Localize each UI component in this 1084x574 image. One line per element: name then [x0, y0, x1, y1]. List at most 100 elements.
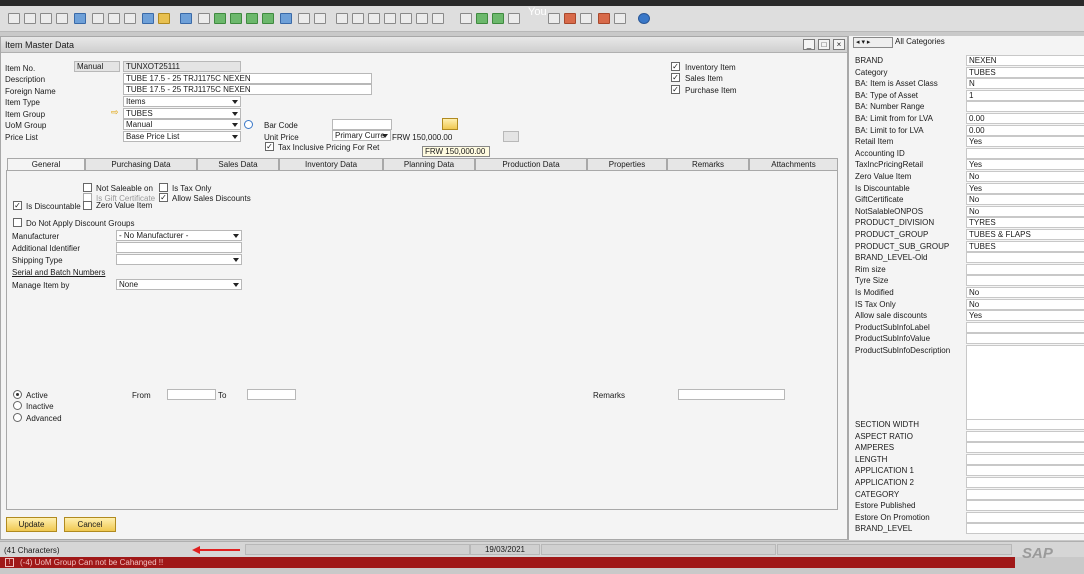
udf-row-lower-value-field[interactable]: [966, 488, 1084, 500]
base-document-icon[interactable]: [336, 13, 348, 24]
users-icon[interactable]: [614, 13, 626, 24]
update-button[interactable]: Update: [6, 517, 57, 532]
lock-icon[interactable]: [142, 13, 154, 24]
cancel-button[interactable]: Cancel: [64, 517, 116, 532]
udf-row-value-field[interactable]: [966, 275, 1084, 287]
email-icon[interactable]: [40, 13, 52, 24]
uom-info-icon[interactable]: [244, 120, 253, 129]
description-field[interactable]: TUBE 17.5 - 25 TRJ1175C NEXEN: [123, 73, 372, 84]
foreign-name-field[interactable]: TUBE 17.5 - 25 TRJ1175C NEXEN: [123, 84, 372, 95]
additional-identifier-field[interactable]: [116, 242, 242, 253]
udf-row-lower-value-field[interactable]: [966, 523, 1084, 535]
udf-row-value-field[interactable]: Yes: [966, 136, 1084, 148]
document-add-icon[interactable]: [476, 13, 488, 24]
zero-value-checkbox[interactable]: [83, 201, 92, 210]
link-arrow-icon[interactable]: ⇨: [111, 107, 119, 118]
unit-price-value[interactable]: FRW 150,000.00: [392, 133, 452, 142]
item-type-select[interactable]: Items: [123, 96, 241, 107]
udf-row-value-field[interactable]: [966, 101, 1084, 113]
serial-batch-link[interactable]: Serial and Batch Numbers: [12, 268, 105, 277]
calculator-icon[interactable]: [548, 13, 560, 24]
chart-icon[interactable]: [580, 13, 592, 24]
udf-row-value-field[interactable]: 0.00: [966, 124, 1084, 136]
maximize-icon[interactable]: □: [818, 39, 830, 50]
series-select[interactable]: Manual: [74, 61, 120, 72]
uom-group-select[interactable]: Manual: [123, 119, 241, 130]
udf-row-lower-value-field[interactable]: [966, 500, 1084, 512]
pen-icon[interactable]: [460, 13, 472, 24]
udf-row-value-field[interactable]: No: [966, 287, 1084, 298]
udf-row-value-field[interactable]: N: [966, 78, 1084, 90]
add-icon[interactable]: [198, 13, 210, 24]
sort-icon[interactable]: [314, 13, 326, 24]
no-discount-groups-checkbox[interactable]: [13, 218, 22, 227]
not-saleable-checkbox[interactable]: [83, 183, 92, 192]
shipping-type-select[interactable]: [116, 254, 242, 265]
is-discountable-checkbox[interactable]: ✓: [13, 201, 22, 210]
advanced-radio[interactable]: [13, 413, 22, 422]
close-icon[interactable]: ×: [833, 39, 845, 50]
payment-icon[interactable]: [384, 13, 396, 24]
refresh-icon[interactable]: [280, 13, 292, 24]
allow-sales-discounts-checkbox[interactable]: ✓: [159, 193, 168, 202]
item-no-field[interactable]: TUNXOT25111: [123, 61, 241, 72]
udf-row-value-field[interactable]: No: [966, 298, 1084, 310]
udf-row-value-field[interactable]: TUBES: [966, 66, 1084, 78]
udf-row-value-field[interactable]: No: [966, 171, 1084, 182]
udf-row-value-field[interactable]: [966, 263, 1084, 275]
to-date-field[interactable]: [247, 389, 296, 400]
udf-row-lower-value-field[interactable]: [966, 419, 1084, 430]
udf-row-value-field[interactable]: TYRES: [966, 217, 1084, 229]
bar-code-field[interactable]: [332, 119, 392, 130]
messages-icon[interactable]: [508, 13, 520, 24]
sms-icon[interactable]: [56, 13, 68, 24]
print-preview-icon[interactable]: [8, 13, 20, 24]
udf-row-value-field[interactable]: 0.00: [966, 113, 1084, 124]
udf-row-lower-value-field[interactable]: [966, 430, 1084, 442]
bar-code-button[interactable]: [442, 118, 458, 130]
word-export-icon[interactable]: [92, 13, 104, 24]
target-document-icon[interactable]: [352, 13, 364, 24]
layout-icon[interactable]: [432, 13, 444, 24]
query-icon[interactable]: [598, 13, 610, 24]
currency-select[interactable]: Primary Curre: [332, 130, 391, 141]
volume-weight-icon[interactable]: [416, 13, 428, 24]
help-icon[interactable]: [638, 13, 650, 24]
udf-row-value-field[interactable]: NEXEN: [966, 55, 1084, 66]
udf-row-value-field[interactable]: [966, 321, 1084, 333]
last-record-icon[interactable]: [262, 13, 274, 24]
purchase-item-checkbox[interactable]: ✓: [671, 85, 680, 94]
sales-item-checkbox[interactable]: ✓: [671, 73, 680, 82]
udf-row-value-field[interactable]: TUBES & FLAPS: [966, 229, 1084, 240]
journal-icon[interactable]: [368, 13, 380, 24]
udf-row-value-field[interactable]: Yes: [966, 182, 1084, 194]
udf-row-value-field[interactable]: [966, 252, 1084, 264]
export-icon[interactable]: [74, 13, 86, 24]
filter-icon[interactable]: [298, 13, 310, 24]
udf-description-field[interactable]: [966, 345, 1084, 420]
gross-profit-icon[interactable]: [400, 13, 412, 24]
udf-row-value-field[interactable]: Yes: [966, 310, 1084, 322]
first-record-icon[interactable]: [214, 13, 226, 24]
udf-row-lower-value-field[interactable]: [966, 465, 1084, 477]
tax-only-checkbox[interactable]: [159, 183, 168, 192]
window-titlebar[interactable]: Item Master Data _ □ ×: [1, 37, 847, 53]
udf-row-value-field[interactable]: [966, 333, 1084, 345]
udf-row-value-field[interactable]: Yes: [966, 159, 1084, 171]
udf-row-lower-value-field[interactable]: [966, 442, 1084, 454]
document-copy-icon[interactable]: [492, 13, 504, 24]
udf-row-lower-value-field[interactable]: [966, 453, 1084, 465]
launch-icon[interactable]: [124, 13, 136, 24]
active-radio[interactable]: [13, 390, 22, 399]
item-group-select[interactable]: TUBES: [123, 108, 241, 119]
form-settings-icon[interactable]: [158, 13, 170, 24]
next-record-icon[interactable]: [246, 13, 258, 24]
tax-inclusive-checkbox[interactable]: ✓: [265, 142, 274, 151]
udf-row-value-field[interactable]: No: [966, 205, 1084, 217]
calendar-icon[interactable]: [564, 13, 576, 24]
from-date-field[interactable]: [167, 389, 216, 400]
manage-by-select[interactable]: None: [116, 279, 242, 290]
udf-row-lower-value-field[interactable]: [966, 511, 1084, 523]
udf-row-value-field[interactable]: No: [966, 194, 1084, 206]
previous-record-icon[interactable]: [230, 13, 242, 24]
